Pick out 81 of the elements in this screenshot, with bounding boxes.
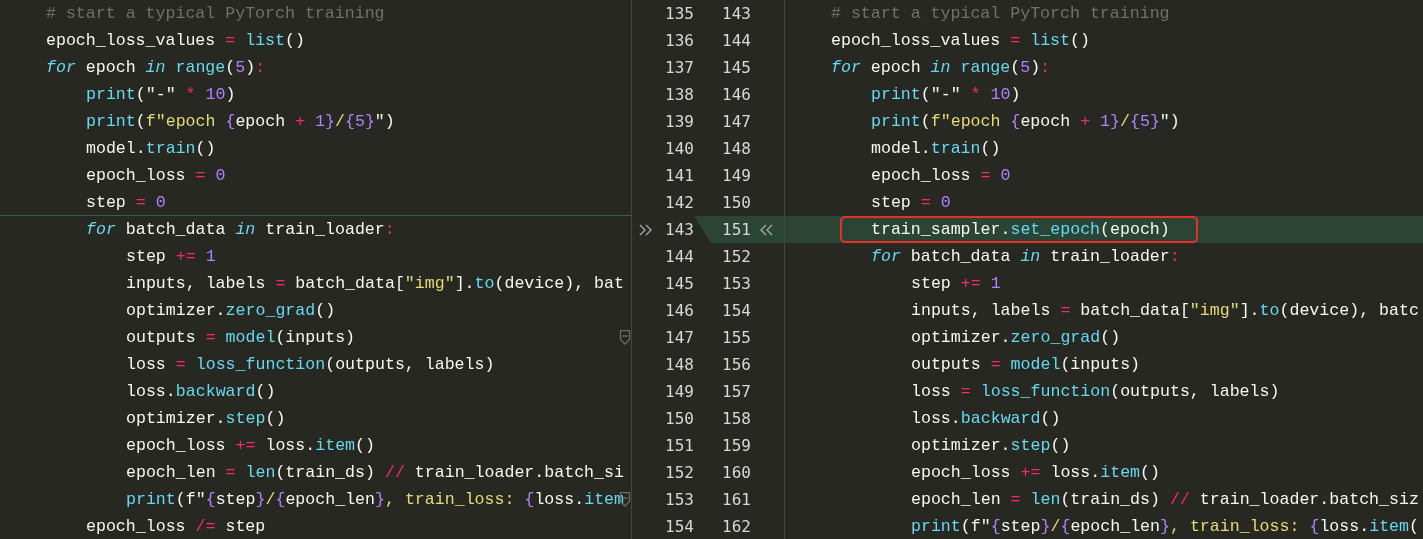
line-number: 151 [664, 434, 694, 457]
line-number: 139 [664, 110, 694, 133]
code-line: loss.backward() [911, 408, 1061, 430]
line-number: 146 [721, 83, 751, 106]
code-line: model.train() [871, 138, 1001, 160]
line-number: 147 [664, 326, 694, 349]
line-number: 154 [664, 515, 694, 538]
code-line: for batch_data in train_loader: [86, 219, 395, 241]
code-line: optimizer.zero_grad() [126, 300, 336, 322]
line-number: 149 [721, 164, 751, 187]
code-line: epoch_loss += loss.item() [126, 435, 375, 457]
code-line: optimizer.zero_grad() [911, 327, 1121, 349]
line-number: 152 [721, 245, 751, 268]
line-number: 145 [721, 56, 751, 79]
code-line: loss.backward() [126, 381, 276, 403]
code-line: print(f"epoch {epoch + 1}/{5}") [871, 111, 1180, 133]
line-number: 144 [664, 245, 694, 268]
line-number: 148 [721, 137, 751, 160]
code-line: print("-" * 10) [871, 84, 1021, 106]
code-line: step = 0 [871, 192, 951, 214]
code-line: epoch_loss /= step [86, 516, 266, 538]
code-line: inputs, labels = batch_data["img"].to(device), bat [126, 273, 624, 295]
line-number: 149 [664, 380, 694, 403]
line-number: 145 [664, 272, 694, 295]
code-line: optimizer.step() [911, 435, 1071, 457]
code-line: epoch_loss += loss.item() [911, 462, 1160, 484]
code-line: epoch_loss_values = list() [46, 30, 305, 52]
line-number: 140 [664, 137, 694, 160]
line-number: 160 [721, 461, 751, 484]
code-line: for batch_data in train_loader: [871, 246, 1180, 268]
double-chevron-right-icon[interactable] [639, 223, 652, 236]
code-line: print(f"{step}/{epoch_len}, train_loss: {loss.item [126, 489, 624, 511]
line-number: 161 [721, 488, 751, 511]
line-number: 146 [664, 299, 694, 322]
code-line: epoch_len = len(train_ds) // train_loader.batch_siz [911, 489, 1419, 511]
line-number: 144 [721, 29, 751, 52]
code-line: epoch_loss_values = list() [831, 30, 1090, 52]
code-line: outputs = model(inputs) [911, 354, 1141, 376]
line-number: 150 [721, 191, 751, 214]
code-line: outputs = model(inputs) [126, 327, 356, 349]
line-number: 143 [664, 218, 694, 241]
line-number: 154 [721, 299, 751, 322]
line-number: 159 [721, 434, 751, 457]
line-number: 153 [664, 488, 694, 511]
double-chevron-left-icon[interactable] [760, 223, 773, 236]
code-line: for epoch in range(5): [46, 57, 266, 79]
line-number: 135 [664, 2, 694, 25]
line-number: 150 [664, 407, 694, 430]
code-line: step += 1 [126, 246, 216, 268]
line-number: 147 [721, 110, 751, 133]
line-number: 151 [721, 218, 751, 241]
line-number: 156 [721, 353, 751, 376]
code-line: epoch_loss = 0 [871, 165, 1011, 187]
code-line: step += 1 [911, 273, 1001, 295]
line-number: 157 [721, 380, 751, 403]
line-number: 136 [664, 29, 694, 52]
code-line: step = 0 [86, 191, 166, 214]
code-line: loss = loss_function(outputs, labels) [911, 381, 1280, 403]
code-line: for epoch in range(5): [831, 57, 1051, 79]
line-number: 148 [664, 353, 694, 376]
code-line: epoch_loss = 0 [86, 165, 226, 187]
line-number: 137 [664, 56, 694, 79]
line-number: 143 [721, 2, 751, 25]
code-line: # start a typical PyTorch training [831, 3, 1170, 25]
line-number: 152 [664, 461, 694, 484]
line-number: 141 [664, 164, 694, 187]
code-line: loss = loss_function(outputs, labels) [126, 354, 495, 376]
line-number: 142 [664, 191, 694, 214]
line-number: 158 [721, 407, 751, 430]
code-line: epoch_len = len(train_ds) // train_loader.batch_si [126, 462, 624, 484]
code-line: print("-" * 10) [86, 84, 236, 106]
line-number: 162 [721, 515, 751, 538]
code-line: print(f"{step}/{epoch_len}, train_loss: {loss.item( [911, 516, 1419, 538]
line-number: 138 [664, 83, 694, 106]
code-line: print(f"epoch {epoch + 1}/{5}") [86, 111, 395, 133]
code-line: model.train() [86, 138, 216, 160]
line-number: 155 [721, 326, 751, 349]
line-number: 153 [721, 272, 751, 295]
code-line: inputs, labels = batch_data["img"].to(device), batc [911, 300, 1419, 322]
code-line: optimizer.step() [126, 408, 286, 430]
code-line: # start a typical PyTorch training [46, 3, 385, 25]
